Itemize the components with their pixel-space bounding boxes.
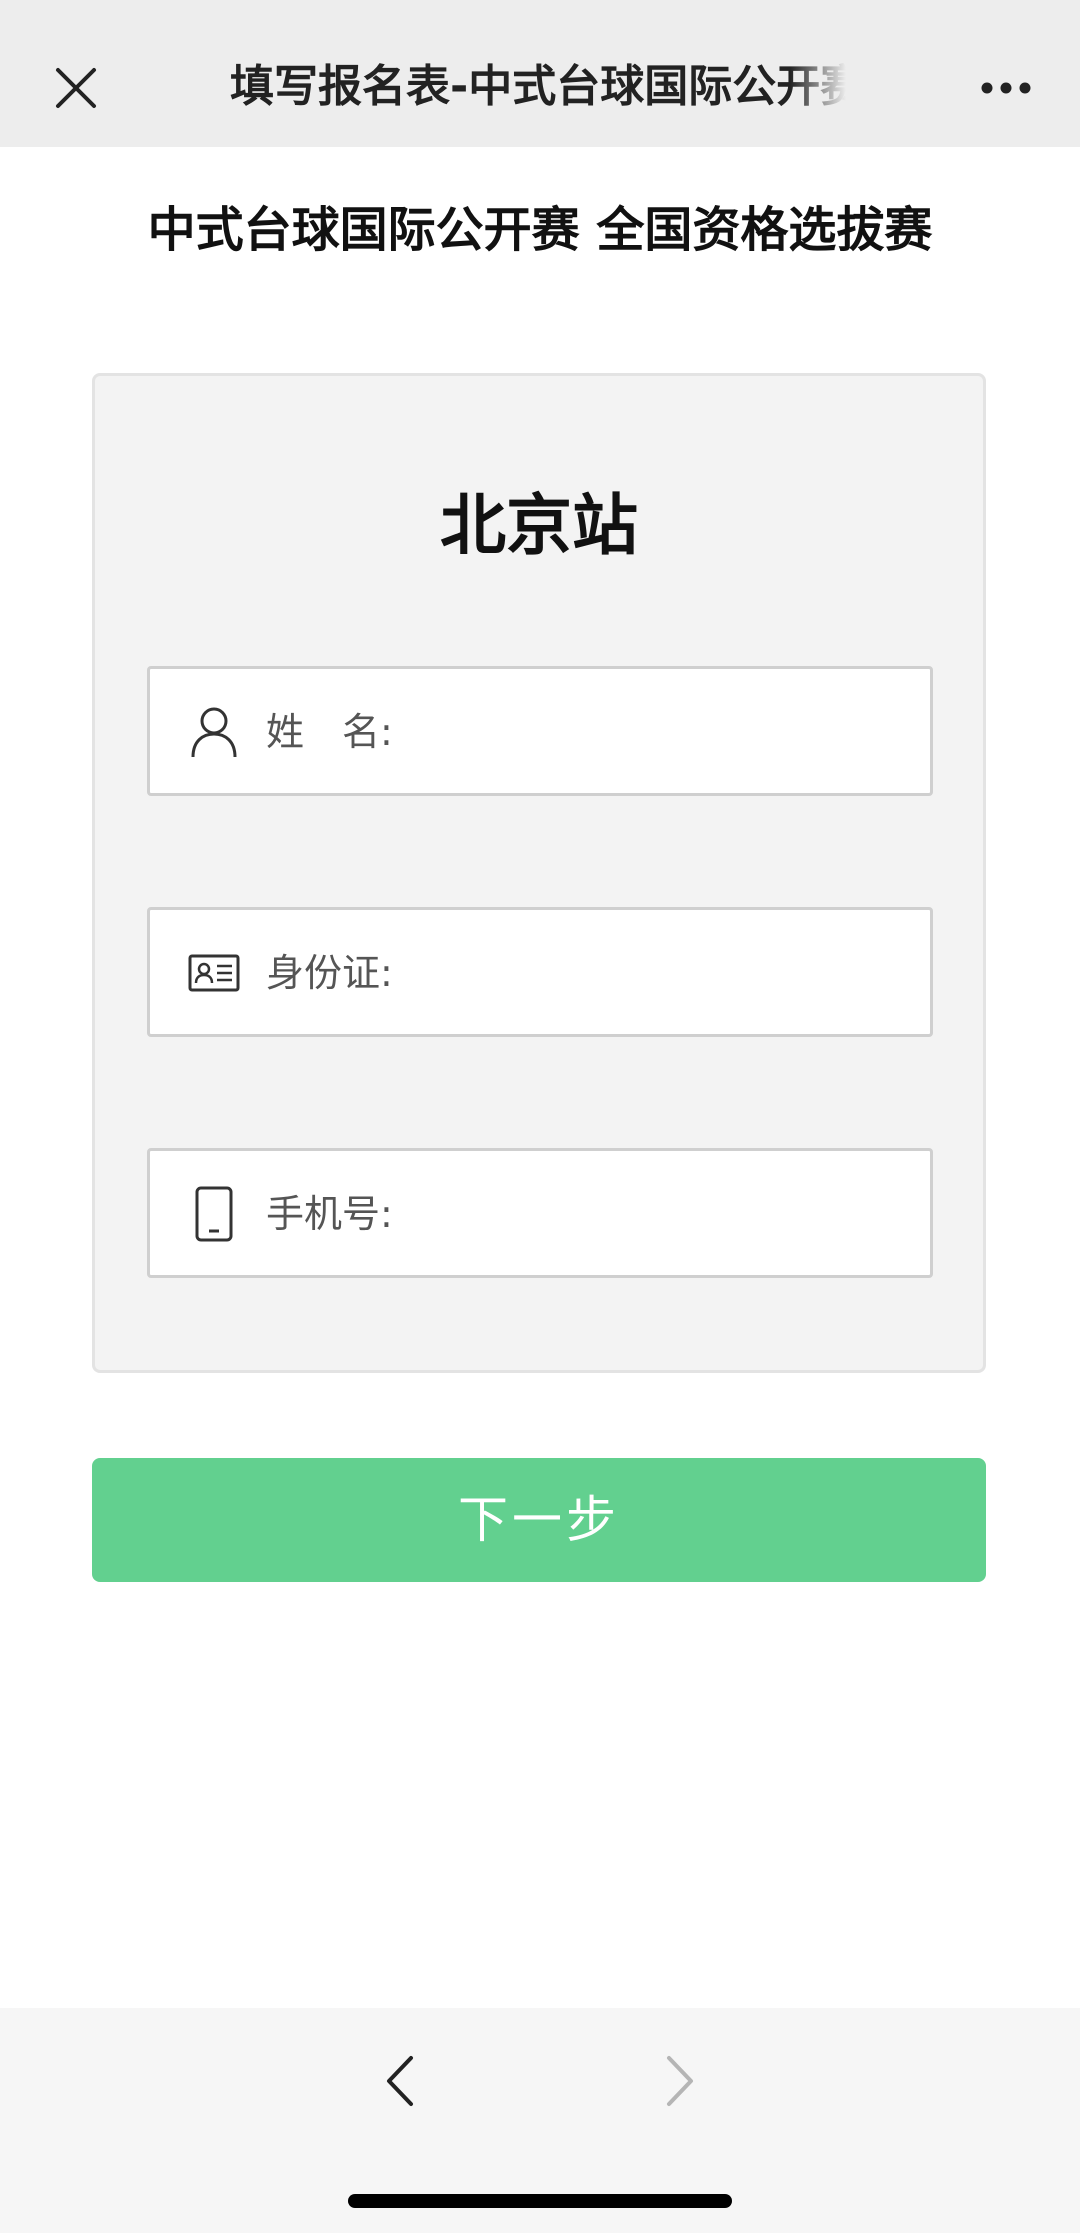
id-card-icon <box>184 943 244 1003</box>
back-arrow-icon <box>387 2056 413 2106</box>
event-heading: 中式台球国际公开赛 全国资格选拔赛 <box>147 202 933 258</box>
id-number-field[interactable]: 身份证: <box>147 907 933 1037</box>
more-icon <box>981 82 1031 94</box>
next-step-button[interactable]: 下一步 <box>92 1458 986 1582</box>
phone-field[interactable]: 手机号: <box>147 1148 933 1278</box>
close-button[interactable] <box>40 52 112 124</box>
phone-icon <box>184 1184 244 1244</box>
id-number-input[interactable] <box>450 935 904 1013</box>
top-navigation-bar: 填写报名表-中式台球国际公开赛 <box>0 0 1080 147</box>
station-title: 北京站 <box>440 487 638 564</box>
page-title: 填写报名表-中式台球国际公开赛 <box>230 61 850 112</box>
phone-input[interactable] <box>450 1176 904 1254</box>
forward-arrow-icon <box>667 2056 693 2106</box>
close-icon <box>56 68 96 108</box>
registration-form-card: 北京站 姓 名: 身份证: 手机号: <box>92 373 986 1373</box>
phone-label: 手机号: <box>266 1192 393 1236</box>
forward-button[interactable] <box>642 2043 718 2119</box>
id-number-label: 身份证: <box>266 951 393 995</box>
title-fade-overlay <box>790 55 860 119</box>
name-field[interactable]: 姓 名: <box>147 666 933 796</box>
more-button[interactable] <box>970 52 1042 124</box>
person-icon <box>184 702 244 762</box>
home-indicator[interactable] <box>348 2194 732 2208</box>
name-input[interactable] <box>450 694 904 772</box>
name-label: 姓 名: <box>266 710 393 754</box>
back-button[interactable] <box>362 2043 438 2119</box>
